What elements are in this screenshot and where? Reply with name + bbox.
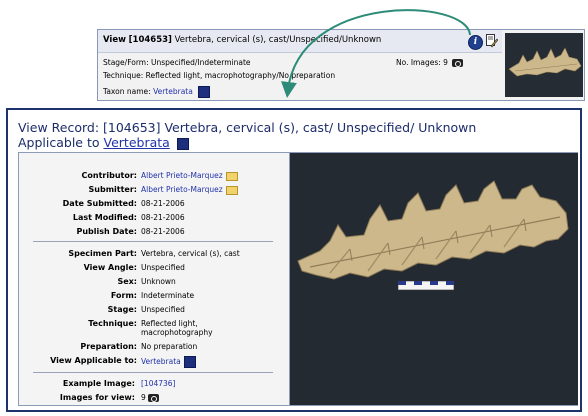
form-value: Indeterminate [141,291,195,300]
record-details-panel: Contributor: Albert Prieto-Marquez Submi… [18,152,578,406]
view-applicable-link[interactable]: Vertebrata [141,357,181,366]
technique-value: Reflected light, macrophotography [141,319,213,337]
contributor-label: Contributor: [81,171,137,180]
submitter-link[interactable]: Albert Prieto-Marquez [141,185,223,194]
preparation-label: Preparation: [80,342,137,351]
view-angle-label: View Angle: [83,263,137,272]
publish-date-label: Publish Date: [76,227,138,236]
stage-value: Unspecified [141,305,185,314]
preparation-value: No preparation [141,342,198,351]
images-for-view-label: Images for view: [59,393,135,402]
sex-value: Unknown [141,277,176,286]
sex-label: Sex: [117,277,137,286]
applicable-to-line: Applicable to Vertebrata [18,135,189,150]
example-image-label: Example Image: [62,379,135,388]
publish-date-value: 08-21-2006 [141,227,185,236]
date-submitted-label: Date Submitted: [62,199,137,208]
last-modified-value: 08-21-2006 [141,213,185,222]
view-applicable-label: View Applicable to: [50,356,137,365]
images-for-view-value: 9 [141,393,146,402]
specimen-part-label: Specimen Part: [68,249,137,258]
envelope-icon[interactable] [225,185,238,195]
last-modified-label: Last Modified: [72,213,137,222]
example-image-link[interactable]: [104736] [141,379,175,388]
record-title: View Record: [104653] Vertebra, cervical… [18,120,477,135]
divider [33,241,273,242]
submitter-label: Submitter: [88,185,137,194]
taxon-icon[interactable] [183,356,196,368]
form-label: Form: [110,291,137,300]
contributor-link[interactable]: Albert Prieto-Marquez [141,171,223,180]
taxon-icon[interactable] [176,137,189,150]
view-record-panel: View Record: [104653] Vertebra, cervical… [6,108,582,412]
camera-icon[interactable] [147,394,159,402]
specimen-photo[interactable] [289,153,578,405]
envelope-icon[interactable] [225,171,238,181]
divider [33,372,273,373]
technique-label: Technique: [88,319,137,328]
specimen-part-value: Vertebra, cervical (s), cast [141,249,240,258]
example-image-value: [104736] [141,379,281,388]
applicable-prefix: Applicable to [18,135,100,150]
view-angle-value: Unspecified [141,263,185,272]
stage-label: Stage: [107,305,137,314]
date-submitted-value: 08-21-2006 [141,199,185,208]
applicable-taxon-link[interactable]: Vertebrata [104,135,170,150]
